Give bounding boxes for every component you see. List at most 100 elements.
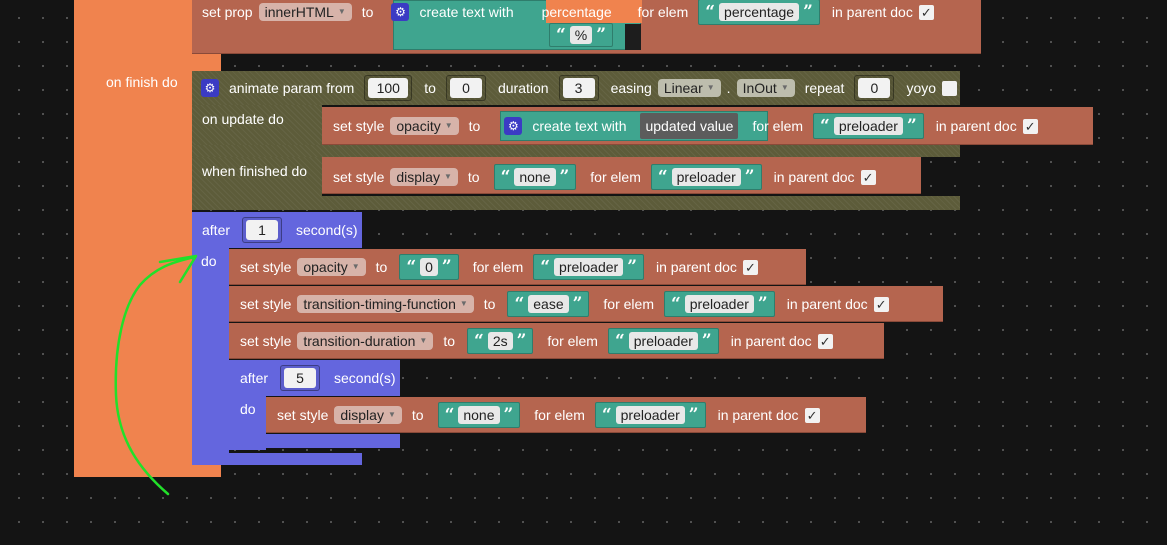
elem-string-value[interactable]: preloader <box>833 117 903 135</box>
elem-string-block[interactable]: “ preloader ” <box>813 113 924 139</box>
when-finished-label: when finished do <box>202 163 308 179</box>
value-string-block[interactable]: “ none ” <box>493 164 577 190</box>
after-label: after <box>202 222 231 238</box>
create-text-label: create text with <box>419 4 514 20</box>
seconds-label: second(s) <box>334 370 396 386</box>
pct-string-block[interactable]: “ % ” <box>549 23 614 47</box>
set-style-opacity-row: set style opacity ▼ to “ 0 ” for elem “ p… <box>240 252 758 282</box>
to-label: to <box>483 296 496 312</box>
dropdown-arrow-icon: ▼ <box>337 7 346 16</box>
duration-value[interactable]: 3 <box>562 78 595 98</box>
in-parent-checkbox[interactable]: ✓ <box>804 407 820 423</box>
style-prop-dropdown[interactable]: transition-duration ▼ <box>297 332 434 350</box>
elem-string-block[interactable]: “ preloader ” <box>533 254 644 280</box>
value-string-value[interactable]: 2s <box>487 332 513 350</box>
in-parent-checkbox[interactable]: ✓ <box>817 333 833 349</box>
elem-string-block[interactable]: “ preloader ” <box>663 291 775 317</box>
style-prop-dropdown-value: opacity <box>303 259 348 275</box>
to-label: to <box>361 4 374 20</box>
in-parent-checkbox[interactable]: ✓ <box>873 296 889 312</box>
elem-string-value[interactable]: preloader <box>684 295 754 313</box>
elem-string-block[interactable]: “ preloader ” <box>607 328 719 354</box>
style-prop-dropdown[interactable]: opacity ▼ <box>390 117 459 135</box>
close-quote-icon: ” <box>559 166 570 187</box>
open-quote-icon: “ <box>474 330 484 351</box>
dropdown-arrow-icon: ▼ <box>706 83 715 92</box>
in-parent-checkbox[interactable]: ✓ <box>918 4 934 20</box>
in-parent-checkbox[interactable]: ✓ <box>742 259 758 275</box>
style-prop-dropdown[interactable]: display ▼ <box>390 168 458 186</box>
value-string-block[interactable]: “ 2s ” <box>467 328 534 354</box>
close-quote-icon: ” <box>688 404 699 425</box>
style-prop-dropdown-value: transition-duration <box>303 333 416 349</box>
gear-icon[interactable]: ⚙ <box>504 117 523 135</box>
yoyo-checkbox[interactable] <box>942 80 958 96</box>
easing-dropdown[interactable]: Linear ▼ <box>657 79 721 97</box>
updated-value-label: updated value <box>645 118 734 134</box>
pct-string-value[interactable]: % <box>569 26 593 44</box>
after-1-value[interactable]: 1 <box>246 220 279 240</box>
repeat-value[interactable]: 0 <box>858 78 891 98</box>
from-slot: 100 <box>364 75 413 101</box>
open-quote-icon: “ <box>657 166 668 187</box>
inout-dropdown[interactable]: InOut ▼ <box>736 79 795 97</box>
updated-value-block[interactable]: updated value <box>640 113 739 139</box>
dropdown-arrow-icon: ▼ <box>443 172 452 181</box>
to-label: to <box>468 118 481 134</box>
elem-string-value[interactable]: preloader <box>628 332 698 350</box>
prop-dropdown[interactable]: innerHTML ▼ <box>258 3 352 21</box>
finished-set-style-row: set style display ▼ to “ none ” for elem … <box>333 162 876 192</box>
in-parent-label: in parent doc <box>655 259 737 275</box>
duration-label: duration <box>497 80 549 96</box>
in-parent-checkbox[interactable]: ✓ <box>860 169 876 185</box>
dropdown-arrow-icon: ▼ <box>459 299 468 308</box>
style-prop-dropdown[interactable]: display ▼ <box>334 406 402 424</box>
value-string-block[interactable]: “ none ” <box>437 402 521 428</box>
to-label: to <box>375 259 388 275</box>
elem-string-block[interactable]: “ preloader ” <box>594 402 706 428</box>
style-prop-dropdown[interactable]: transition-timing-function ▼ <box>297 295 474 313</box>
in-parent-checkbox[interactable]: ✓ <box>1022 118 1038 134</box>
after-5-value[interactable]: 5 <box>284 368 317 388</box>
value-string-value[interactable]: 0 <box>420 258 438 276</box>
set-style-label: set style <box>333 169 385 185</box>
gear-icon[interactable]: ⚙ <box>201 79 219 97</box>
from-value[interactable]: 100 <box>368 78 409 98</box>
close-quote-icon: ” <box>596 24 607 45</box>
elem-string-value[interactable]: percentage <box>719 3 800 21</box>
to-slot: 0 <box>445 75 486 101</box>
close-quote-icon: ” <box>803 1 813 22</box>
value-string-block[interactable]: “ 0 ” <box>399 254 459 280</box>
set-style-label: set style <box>277 407 329 423</box>
value-string-value[interactable]: none <box>514 168 556 186</box>
open-quote-icon: “ <box>556 24 566 45</box>
open-quote-icon: “ <box>601 404 612 425</box>
gear-icon[interactable]: ⚙ <box>391 3 410 21</box>
set-style-duration-row: set style transition-duration ▼ to “ 2s ”… <box>240 326 833 356</box>
dot-label: . <box>726 80 731 96</box>
value-string-value[interactable]: none <box>458 406 500 424</box>
style-prop-dropdown[interactable]: opacity ▼ <box>297 258 366 276</box>
in-parent-label: in parent doc <box>773 169 855 185</box>
percentage-variable[interactable]: percentage <box>542 5 612 19</box>
value-string-value[interactable]: ease <box>528 295 569 313</box>
elem-string-block[interactable]: “ percentage ” <box>698 0 820 25</box>
to-value[interactable]: 0 <box>449 78 482 98</box>
animate-block-bottom-bar <box>192 196 960 210</box>
style-prop-dropdown-value: display <box>396 169 440 185</box>
on-finish-label: on finish do <box>106 74 178 90</box>
on-update-label: on update do <box>202 111 284 127</box>
elem-string-value[interactable]: preloader <box>554 258 624 276</box>
elem-string-value[interactable]: preloader <box>615 406 685 424</box>
style-prop-dropdown-value: opacity <box>396 118 441 134</box>
open-quote-icon: “ <box>514 293 525 314</box>
elem-string-value[interactable]: preloader <box>671 168 741 186</box>
on-finish-block[interactable] <box>74 0 192 477</box>
open-quote-icon: “ <box>406 256 417 277</box>
set-prop-label: set prop <box>202 4 253 20</box>
value-string-block[interactable]: “ ease ” <box>507 291 590 317</box>
dropdown-arrow-icon: ▼ <box>351 262 360 271</box>
elem-string-block[interactable]: “ preloader ” <box>650 164 762 190</box>
dropdown-arrow-icon: ▼ <box>387 410 396 419</box>
dropdown-arrow-icon: ▼ <box>444 121 453 130</box>
